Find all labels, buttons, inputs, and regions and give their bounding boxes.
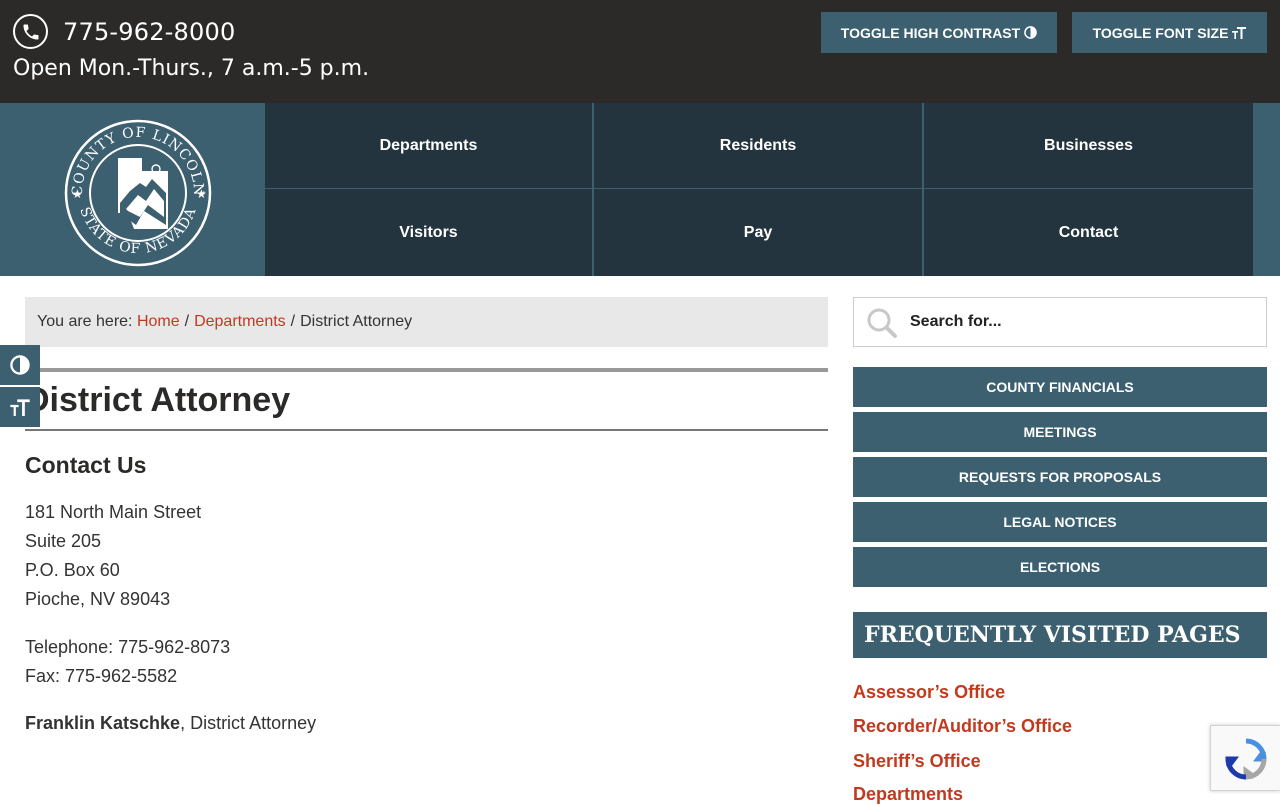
title-bottom-rule: [25, 429, 828, 431]
district-attorney-credit: Franklin Katschke, District Attorney: [25, 713, 316, 734]
requests-for-proposals-button[interactable]: REQUESTS FOR PROPOSALS: [853, 457, 1267, 497]
fax-line: Fax: 775-962-5582: [25, 666, 178, 686]
address-line: 181 North Main Street: [25, 502, 202, 522]
fvp-link-assessor[interactable]: Assessor’s Office: [853, 682, 1005, 703]
floating-contrast-toggle[interactable]: [0, 345, 40, 385]
breadcrumb-separator: /: [184, 313, 190, 330]
address-line: Suite 205: [25, 531, 102, 551]
nav-residents[interactable]: Residents: [594, 103, 924, 189]
breadcrumb-departments-link[interactable]: Departments: [194, 313, 286, 331]
toggle-high-contrast-button[interactable]: TOGGLE HIGH CONTRAST: [821, 12, 1057, 53]
person-name: Franklin Katschke: [25, 713, 181, 733]
meetings-button[interactable]: MEETINGS: [853, 412, 1267, 452]
svg-text:★: ★: [196, 187, 207, 201]
breadcrumb: You are here: Home / Departments / District …: [25, 297, 828, 347]
font-size-icon: [10, 399, 30, 416]
font-size-icon: [1232, 27, 1247, 39]
person-role: , District Attorney: [180, 713, 317, 733]
nav-departments[interactable]: Departments: [265, 103, 594, 189]
legal-notices-button[interactable]: LEGAL NOTICES: [853, 502, 1267, 542]
county-seal-logo[interactable]: COUNTY OF LINCOLN STATE OF NEVADA ★ ★: [60, 113, 215, 268]
contrast-icon: [1024, 26, 1038, 39]
nav-businesses[interactable]: Businesses: [924, 103, 1253, 189]
county-financials-button[interactable]: COUNTY FINANCIALS: [853, 367, 1267, 407]
recaptcha-badge[interactable]: [1210, 725, 1280, 791]
search-input[interactable]: [910, 309, 1250, 335]
fvp-link-recorder-auditor[interactable]: Recorder/Auditor’s Office: [853, 716, 1072, 737]
telephone-line: Telephone: 775-962-8073: [25, 637, 231, 657]
office-hours: Open Mon.-Thurs., 7 a.m.-5 p.m.: [13, 56, 370, 81]
nav-contact[interactable]: Contact: [924, 189, 1253, 276]
toggle-font-size-label: TOGGLE FONT SIZE: [1092, 24, 1229, 41]
fvp-link-departments[interactable]: Departments: [853, 784, 963, 805]
toggle-high-contrast-label: TOGGLE HIGH CONTRAST: [840, 24, 1021, 41]
svg-text:★: ★: [72, 187, 83, 201]
search-box: [853, 297, 1267, 347]
elections-button[interactable]: ELECTIONS: [853, 547, 1267, 587]
address-line: Pioche, NV 89043: [25, 589, 171, 609]
floating-font-size-toggle[interactable]: [0, 387, 40, 427]
page-title: District Attorney: [25, 381, 291, 419]
toggle-font-size-button[interactable]: TOGGLE FONT SIZE: [1072, 12, 1267, 53]
contact-heading: Contact Us: [25, 452, 147, 478]
fvp-link-sheriff[interactable]: Sheriff’s Office: [853, 751, 981, 772]
breadcrumb-prefix: You are here:: [37, 313, 133, 330]
breadcrumb-separator: /: [290, 313, 296, 330]
phone-icon: [13, 14, 48, 49]
title-top-rule: [25, 368, 828, 372]
top-bar: 775-962-8000 Open Mon.-Thurs., 7 a.m.-5 …: [0, 0, 1280, 103]
frequently-visited-heading: FREQUENTLY VISITED PAGES: [853, 612, 1267, 658]
search-icon[interactable]: [866, 307, 898, 339]
recaptcha-icon: [1225, 738, 1267, 780]
contrast-icon: [10, 355, 30, 375]
nav-pay[interactable]: Pay: [594, 189, 924, 276]
breadcrumb-home-link[interactable]: Home: [137, 313, 180, 331]
address-line: P.O. Box 60: [25, 560, 120, 580]
nav-visitors[interactable]: Visitors: [265, 189, 594, 276]
phone-number[interactable]: 775-962-8000: [63, 18, 235, 46]
header-nav: COUNTY OF LINCOLN STATE OF NEVADA ★ ★ De…: [0, 103, 1280, 276]
main-nav: Departments Residents Businesses Visitor…: [265, 103, 1253, 276]
breadcrumb-current: District Attorney: [300, 313, 413, 330]
